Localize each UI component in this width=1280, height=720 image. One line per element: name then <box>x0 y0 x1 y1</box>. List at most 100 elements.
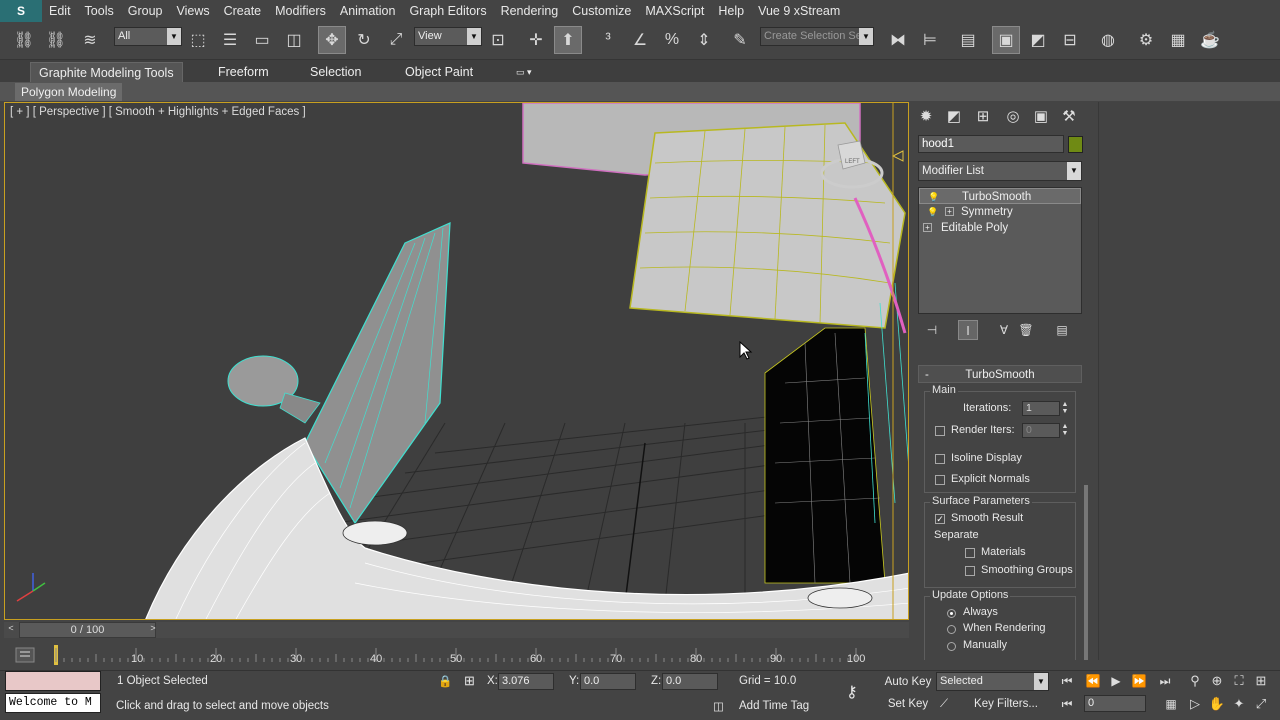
key-tangent-icon[interactable]: ⟋ <box>940 698 948 711</box>
time-configuration-icon[interactable]: ▦ <box>1160 694 1182 714</box>
angle-snap-icon[interactable]: ∠ <box>626 26 654 54</box>
field-of-view-icon[interactable]: ▷ <box>1184 694 1206 714</box>
lightbulb-icon[interactable]: 💡 <box>928 189 939 205</box>
command-panel-scrollbar[interactable] <box>1084 485 1088 660</box>
z-coord-field[interactable]: 0.0 <box>662 673 718 690</box>
materials-checkbox[interactable] <box>965 548 975 558</box>
ribbon-options-icon[interactable]: ▭ ▾ <box>508 62 540 82</box>
previous-frame-icon[interactable]: ⏪ <box>1082 671 1104 691</box>
time-slider[interactable]: < 0 / 100 > <box>4 622 909 638</box>
smoothing-groups-checkbox[interactable] <box>965 566 975 576</box>
tab-object-paint[interactable]: Object Paint <box>397 62 481 82</box>
edit-named-selection-icon[interactable]: ✎ <box>726 26 754 54</box>
mirror-icon[interactable]: ⧓ <box>884 26 912 54</box>
current-frame-field[interactable]: 0 <box>1084 695 1146 712</box>
set-key-button[interactable]: Set Key <box>884 694 932 714</box>
lock-selection-icon[interactable]: 🔒 <box>438 674 452 688</box>
app-logo-icon[interactable]: S <box>0 0 42 22</box>
schematic-view-icon[interactable]: ⊟ <box>1056 26 1084 54</box>
render-iters-spinner[interactable]: 0 <box>1022 423 1060 438</box>
stack-item-editable-poly[interactable]: + Editable Poly <box>919 220 1081 236</box>
render-production-icon[interactable]: ☕ <box>1196 26 1224 54</box>
always-radio[interactable] <box>947 609 956 618</box>
set-key-icon[interactable]: ⚷ <box>846 682 858 702</box>
menu-edit[interactable]: Edit <box>42 0 78 22</box>
tab-polygon-modeling[interactable]: Polygon Modeling <box>15 83 123 101</box>
hierarchy-tab-icon[interactable]: ⊞ <box>972 106 994 128</box>
spinner-arrows-icon[interactable]: ▲ ▼ <box>1061 423 1069 438</box>
show-end-result-icon[interactable]: Ⅰ <box>958 320 978 340</box>
menu-views[interactable]: Views <box>169 0 216 22</box>
orbit-icon[interactable]: ✦ <box>1228 694 1250 714</box>
scale-icon[interactable]: ⤢ <box>382 26 410 54</box>
iterations-spinner[interactable]: 1 <box>1022 401 1060 416</box>
reference-coord-dropdown[interactable]: View ▼ <box>414 27 482 46</box>
display-tab-icon[interactable]: ▣ <box>1030 106 1052 128</box>
rendered-frame-icon[interactable]: ▦ <box>1164 26 1192 54</box>
link-icon[interactable]: ⛓ <box>10 26 38 54</box>
tab-freeform[interactable]: Freeform <box>210 62 277 82</box>
spinner-snap-icon[interactable]: ⇕ <box>690 26 718 54</box>
smooth-result-checkbox[interactable]: ✓ <box>935 514 945 524</box>
object-color-swatch[interactable] <box>1068 136 1083 153</box>
menu-animation[interactable]: Animation <box>333 0 403 22</box>
create-tab-icon[interactable]: ✹ <box>915 106 937 128</box>
go-to-end-icon[interactable]: ⏭ <box>1154 671 1176 691</box>
lightbulb-icon[interactable]: 💡 <box>927 204 938 220</box>
zoom-extents-all-icon[interactable]: ⊞ <box>1250 671 1272 691</box>
absolute-mode-icon[interactable]: ⊞ <box>464 673 475 689</box>
menu-group[interactable]: Group <box>121 0 170 22</box>
menu-rendering[interactable]: Rendering <box>494 0 566 22</box>
rectangular-selection-icon[interactable]: ▭ <box>248 26 276 54</box>
snaps-toggle-icon[interactable]: ³ <box>594 26 622 54</box>
maxscript-listener-input[interactable]: Welcome to M <box>5 693 101 713</box>
named-selection-set-dropdown[interactable]: Create Selection Se ▼ <box>760 27 874 46</box>
select-manipulate-icon[interactable]: ✛ <box>522 26 550 54</box>
stack-item-symmetry[interactable]: 💡 + Symmetry <box>919 204 1081 220</box>
next-frame-icon[interactable]: ⏩ <box>1128 671 1150 691</box>
pivot-center-icon[interactable]: ⊡ <box>484 26 512 54</box>
make-unique-icon[interactable]: ∀ <box>994 320 1014 340</box>
curve-editor-icon[interactable]: ◩ <box>1024 26 1052 54</box>
bind-spacewarp-icon[interactable]: ≋ <box>76 26 104 54</box>
select-by-name-icon[interactable]: ☰ <box>216 26 244 54</box>
key-mode-toggle-icon[interactable]: ⏮ <box>1056 694 1078 714</box>
key-mode-dropdown[interactable]: Selected ▼ <box>936 672 1049 691</box>
rollout-header[interactable]: - TurboSmooth <box>918 365 1082 383</box>
unlink-icon[interactable]: ⛓ <box>42 26 70 54</box>
selection-filter-dropdown[interactable]: All ▼ <box>114 27 182 46</box>
menu-modifiers[interactable]: Modifiers <box>268 0 333 22</box>
select-object-icon[interactable]: ⬚ <box>184 26 212 54</box>
auto-key-button[interactable]: Auto Key <box>884 672 932 692</box>
modifier-stack[interactable]: 💡 TurboSmooth 💡 + Symmetry + Editable Po… <box>918 187 1082 314</box>
window-crossing-icon[interactable]: ◫ <box>280 26 308 54</box>
key-filters-button[interactable]: Key Filters... <box>966 694 1046 714</box>
manually-radio[interactable] <box>947 642 956 651</box>
go-to-start-icon[interactable]: ⏮ <box>1056 671 1078 691</box>
tab-selection[interactable]: Selection <box>302 62 369 82</box>
zoom-icon[interactable]: ⚲ <box>1184 671 1206 691</box>
modifier-list-dropdown[interactable]: Modifier List ▼ <box>918 161 1082 181</box>
isoline-display-checkbox[interactable] <box>935 454 945 464</box>
move-icon[interactable]: ✥ <box>318 26 346 54</box>
time-tag-icon[interactable]: ◫ <box>713 699 724 713</box>
keyboard-shortcut-icon[interactable]: ⬆ <box>554 26 582 54</box>
menu-maxscript[interactable]: MAXScript <box>638 0 711 22</box>
next-frame-arrow-icon[interactable]: > <box>146 623 160 637</box>
percent-snap-icon[interactable]: % <box>658 26 686 54</box>
menu-vue[interactable]: Vue 9 xStream <box>751 0 847 22</box>
menu-graph-editors[interactable]: Graph Editors <box>402 0 493 22</box>
when-rendering-radio[interactable] <box>947 625 956 634</box>
menu-help[interactable]: Help <box>711 0 751 22</box>
zoom-extents-icon[interactable]: ⛶ <box>1228 671 1250 691</box>
menu-customize[interactable]: Customize <box>565 0 638 22</box>
pin-stack-icon[interactable]: ⊣ <box>922 320 942 340</box>
configure-sets-icon[interactable]: ▤ <box>1052 320 1072 340</box>
remove-modifier-icon[interactable]: 🗑 <box>1016 320 1036 340</box>
play-icon[interactable]: ▶ <box>1105 671 1127 691</box>
y-coord-field[interactable]: 0.0 <box>580 673 636 690</box>
stack-item-turbosmooth[interactable]: 💡 TurboSmooth <box>919 188 1081 204</box>
x-coord-field[interactable]: 3.076 <box>498 673 554 690</box>
expand-icon[interactable]: + <box>945 207 954 216</box>
motion-tab-icon[interactable]: ◎ <box>1002 106 1024 128</box>
